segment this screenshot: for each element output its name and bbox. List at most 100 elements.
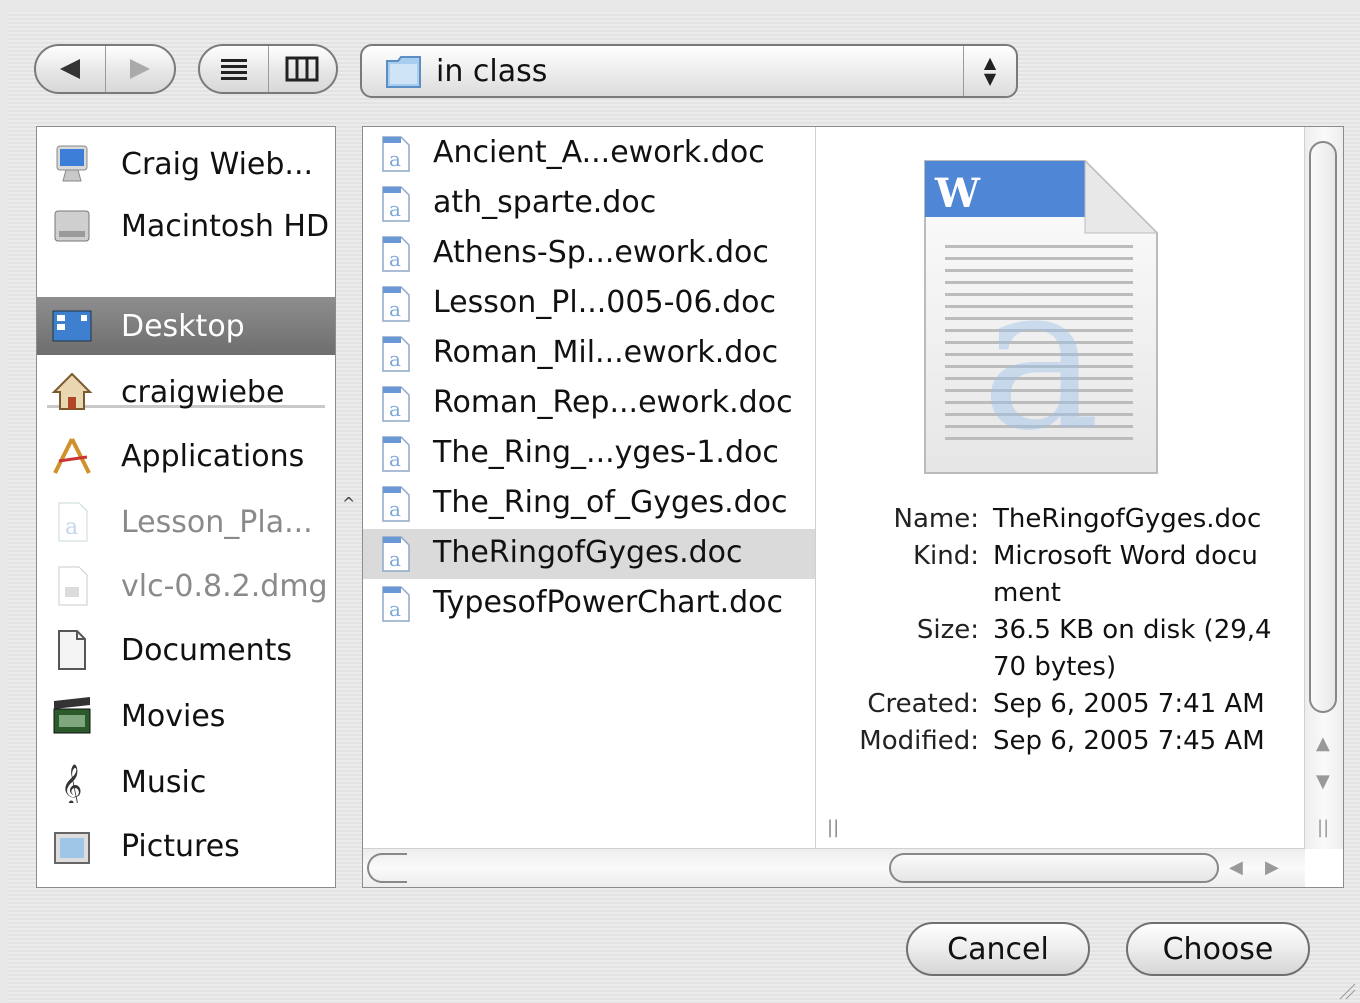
- file-row[interactable]: a TheRingofGyges.doc: [363, 529, 815, 579]
- name-label: Name:: [893, 504, 979, 534]
- word-doc-icon: a: [382, 136, 410, 172]
- svg-text:a: a: [389, 147, 401, 171]
- svg-text:a: a: [389, 247, 401, 271]
- horizontal-scrollbar[interactable]: ◀ ▶: [363, 848, 1305, 887]
- file-name: TheRingofGyges.doc: [433, 535, 743, 570]
- movies-icon: [53, 697, 91, 734]
- file-name: ath_sparte.doc: [433, 185, 657, 220]
- sidebar: Craig Wieb... Macintosh HD Desktop craig…: [36, 126, 336, 888]
- sidebar-item-music[interactable]: 𝄞 Music: [37, 753, 335, 811]
- file-name: Athens-Sp...ework.doc: [433, 235, 769, 270]
- popup-arrows-icon: ▲ ▼: [963, 46, 1016, 96]
- file-name: Roman_Rep...ework.doc: [433, 385, 793, 420]
- sidebar-item-label: Movies: [121, 698, 226, 734]
- sidebar-resize-icon[interactable]: ^: [342, 494, 355, 513]
- window-resize-icon[interactable]: [1336, 980, 1356, 1000]
- svg-text:a: a: [389, 497, 401, 521]
- word-doc-icon: a: [382, 336, 410, 372]
- file-name: Lesson_Pl...005-06.doc: [433, 285, 776, 320]
- folder-icon: [386, 56, 421, 88]
- sidebar-item-label: Music: [121, 764, 207, 800]
- word-doc-icon: a: [382, 386, 410, 422]
- modified-label: Modified:: [859, 726, 979, 756]
- sidebar-item-label: Desktop: [121, 308, 245, 344]
- created-value: Sep 6, 2005 7:41 AM: [993, 689, 1265, 719]
- file-row[interactable]: a ath_sparte.doc: [363, 179, 815, 229]
- sidebar-item-computer[interactable]: Craig Wieb...: [37, 135, 335, 193]
- dmg-file-icon: [58, 566, 88, 606]
- name-value: TheRingofGyges.doc: [993, 504, 1262, 534]
- file-row[interactable]: a The_Ring_...yges-1.doc: [363, 429, 815, 479]
- preview-pane: W a Name: TheRingofGyges.doc Kind: Microso…: [817, 127, 1305, 849]
- hard-drive-icon: [54, 210, 90, 242]
- sidebar-item-applications[interactable]: Applications: [37, 427, 335, 485]
- svg-text:a: a: [389, 197, 401, 221]
- scroll-down-icon[interactable]: ▼: [1316, 771, 1330, 792]
- scroll-right-icon[interactable]: ▶: [1265, 857, 1279, 878]
- svg-text:a: a: [981, 242, 1100, 475]
- size-label: Size:: [916, 615, 979, 645]
- scroll-up-icon[interactable]: ▲: [1316, 733, 1330, 754]
- location-popup[interactable]: in class ▲ ▼: [360, 44, 1018, 98]
- word-doc-icon: a: [382, 236, 410, 272]
- sidebar-item-pictures[interactable]: Pictures: [37, 817, 335, 875]
- svg-text:𝄞: 𝄞: [61, 764, 82, 803]
- file-row[interactable]: a Athens-Sp...ework.doc: [363, 229, 815, 279]
- documents-icon: [58, 630, 86, 670]
- list-view-button[interactable]: [200, 46, 268, 92]
- word-doc-icon: a: [382, 186, 410, 222]
- list-view-icon: [220, 59, 247, 80]
- kind-label: Kind:: [912, 541, 979, 571]
- sidebar-item-home[interactable]: craigwiebe: [37, 363, 335, 421]
- modified-value: Sep 6, 2005 7:45 AM: [993, 726, 1265, 756]
- file-name: Roman_Mil...ework.doc: [433, 335, 779, 370]
- sidebar-item-label: craigwiebe: [121, 374, 285, 410]
- horizontal-scroll-thumb[interactable]: [889, 853, 1219, 883]
- file-row[interactable]: a Roman_Rep...ework.doc: [363, 379, 815, 429]
- column-view-button[interactable]: [267, 46, 337, 92]
- pictures-icon: [54, 832, 90, 864]
- sidebar-item-desktop[interactable]: Desktop: [37, 297, 335, 355]
- sidebar-item-label: Lesson_Pla...: [121, 504, 313, 540]
- svg-text:a: a: [389, 447, 401, 471]
- vertical-scroll-thumb[interactable]: [1309, 141, 1337, 713]
- word-document-preview-icon: W a: [924, 159, 1159, 475]
- horizontal-scroll-track-start: [367, 853, 407, 883]
- back-button[interactable]: [36, 46, 105, 92]
- computer-icon: [56, 145, 88, 182]
- file-row[interactable]: a TypesofPowerChart.doc: [363, 579, 815, 629]
- forward-arrow-icon: [129, 59, 150, 79]
- nav-buttons: [34, 44, 176, 94]
- sidebar-item-vlc-dmg[interactable]: vlc-0.8.2.dmg: [37, 557, 335, 615]
- word-doc-icon: a: [382, 486, 410, 522]
- word-doc-icon: a: [382, 436, 410, 472]
- svg-text:a: a: [389, 547, 401, 571]
- word-doc-icon: a: [382, 586, 410, 622]
- file-row[interactable]: a Roman_Mil...ework.doc: [363, 329, 815, 379]
- sidebar-item-label: vlc-0.8.2.dmg: [121, 568, 328, 604]
- forward-button[interactable]: [104, 46, 175, 92]
- applications-icon: [53, 438, 91, 474]
- sidebar-item-label: Applications: [121, 438, 305, 474]
- file-row[interactable]: a Ancient_A...ework.doc: [363, 129, 815, 179]
- file-row[interactable]: a Lesson_Pl...005-06.doc: [363, 279, 815, 329]
- svg-text:a: a: [389, 347, 401, 371]
- sidebar-item-label: Documents: [121, 632, 293, 668]
- location-title: in class: [436, 54, 548, 89]
- file-row[interactable]: a The_Ring_of_Gyges.doc: [363, 479, 815, 529]
- choose-button[interactable]: Choose: [1126, 922, 1310, 976]
- cancel-button[interactable]: Cancel: [906, 922, 1090, 976]
- sidebar-item-movies[interactable]: Movies: [37, 687, 335, 745]
- sidebar-item-documents[interactable]: Documents: [37, 621, 335, 679]
- scroll-left-icon[interactable]: ◀: [1229, 857, 1243, 878]
- word-doc-icon: a: [382, 286, 410, 322]
- file-name: TypesofPowerChart.doc: [433, 585, 784, 620]
- sidebar-item-lesson-plan[interactable]: a Lesson_Pla...: [37, 493, 335, 551]
- sidebar-item-macintosh-hd[interactable]: Macintosh HD: [37, 197, 335, 255]
- svg-text:a: a: [389, 297, 401, 321]
- file-browser: a Ancient_A...ework.doc a ath_sparte.doc a At…: [362, 126, 1344, 888]
- file-name: Ancient_A...ework.doc: [433, 135, 765, 170]
- word-doc-icon: a: [382, 536, 410, 572]
- file-column: a Ancient_A...ework.doc a ath_sparte.doc a At…: [363, 127, 816, 849]
- vertical-scrollbar[interactable]: ▲ ▼ ||: [1304, 127, 1343, 849]
